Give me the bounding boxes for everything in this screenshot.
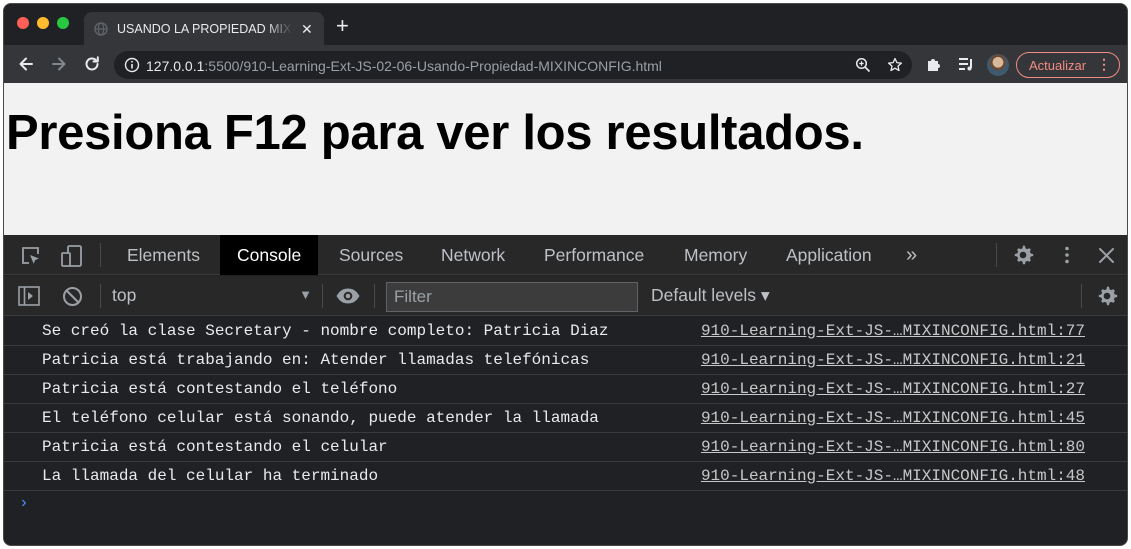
browser-window: USANDO LA PROPIEDAD MIXINCONFIG ✕ + 127.… bbox=[3, 3, 1128, 546]
show-sidebar-icon[interactable] bbox=[18, 286, 40, 306]
url-text: 127.0.0.1:5500/910-Learning-Ext-JS-02-06… bbox=[146, 58, 662, 74]
console-log-row: Patricia está contestando el celular 910… bbox=[4, 433, 1127, 462]
console-log-row: El teléfono celular está sonando, puede … bbox=[4, 404, 1127, 433]
bookmark-star-icon[interactable] bbox=[887, 57, 903, 73]
log-source-link[interactable]: 910-Learning-Ext-JS-…MIXINCONFIG.html:45 bbox=[701, 409, 1085, 427]
log-message: Se creó la clase Secretary - nombre comp… bbox=[42, 322, 609, 340]
log-message: Patricia está contestando el teléfono bbox=[42, 380, 398, 398]
tab-performance[interactable]: Performance bbox=[544, 235, 644, 275]
console-toolbar: top ▼ Default levels ▾ bbox=[4, 276, 1127, 316]
minimize-window-button[interactable] bbox=[37, 17, 49, 29]
log-source-link[interactable]: 910-Learning-Ext-JS-…MIXINCONFIG.html:21 bbox=[701, 351, 1085, 369]
close-devtools-icon[interactable] bbox=[1098, 247, 1115, 264]
console-log-row: La llamada del celular ha terminado 910-… bbox=[4, 462, 1127, 491]
tab-strip: USANDO LA PROPIEDAD MIXINCONFIG ✕ + bbox=[4, 4, 1127, 45]
console-prompt-chevron-icon[interactable]: › bbox=[19, 494, 29, 512]
console-log-row: Patricia está trabajando en: Atender lla… bbox=[4, 346, 1127, 375]
back-arrow-icon[interactable] bbox=[16, 54, 36, 74]
url-path: :5500/910-Learning-Ext-JS-02-06-Usando-P… bbox=[204, 58, 662, 74]
tabbar-divider bbox=[996, 243, 997, 267]
log-message: Patricia está contestando el celular bbox=[42, 438, 388, 456]
close-tab-icon[interactable]: ✕ bbox=[301, 22, 313, 36]
devtools-panel: Elements Console Sources Network Perform… bbox=[4, 235, 1127, 545]
log-source-link[interactable]: 910-Learning-Ext-JS-…MIXINCONFIG.html:80 bbox=[701, 438, 1085, 456]
tab-memory[interactable]: Memory bbox=[684, 235, 747, 275]
device-toolbar-icon[interactable] bbox=[60, 244, 84, 268]
log-source-link[interactable]: 910-Learning-Ext-JS-…MIXINCONFIG.html:77 bbox=[701, 322, 1085, 340]
tab-title: USANDO LA PROPIEDAD MIXINCONFIG bbox=[117, 21, 293, 36]
media-queue-icon[interactable] bbox=[957, 55, 975, 73]
toolbar-divider bbox=[100, 284, 101, 308]
close-window-button[interactable] bbox=[17, 17, 29, 29]
toolbar-divider bbox=[322, 284, 323, 308]
zoom-icon[interactable] bbox=[855, 57, 871, 73]
tabbar-divider bbox=[100, 243, 101, 267]
log-message: La llamada del celular ha terminado bbox=[42, 467, 379, 485]
address-bar[interactable]: 127.0.0.1:5500/910-Learning-Ext-JS-02-06… bbox=[114, 51, 912, 79]
tab-console[interactable]: Console bbox=[220, 235, 319, 275]
forward-arrow-icon[interactable] bbox=[49, 54, 69, 74]
update-button[interactable]: Actualizar ⋮ bbox=[1016, 52, 1120, 78]
default-levels-dropdown[interactable]: Default levels ▾ bbox=[651, 285, 770, 306]
context-selector[interactable]: top ▼ bbox=[112, 285, 312, 307]
dropdown-triangle-icon: ▼ bbox=[299, 287, 312, 302]
tab-application[interactable]: Application bbox=[786, 235, 872, 275]
log-source-link[interactable]: 910-Learning-Ext-JS-…MIXINCONFIG.html:27 bbox=[701, 380, 1085, 398]
inspect-element-icon[interactable] bbox=[20, 245, 42, 267]
log-source-link[interactable]: 910-Learning-Ext-JS-…MIXINCONFIG.html:48 bbox=[701, 467, 1085, 485]
browser-toolbar: 127.0.0.1:5500/910-Learning-Ext-JS-02-06… bbox=[4, 45, 1127, 83]
toolbar-divider bbox=[374, 284, 375, 308]
tab-elements[interactable]: Elements bbox=[127, 235, 200, 275]
clear-console-icon[interactable] bbox=[62, 286, 83, 307]
console-filter-input[interactable] bbox=[386, 282, 638, 312]
console-log-row: Patricia está contestando el teléfono 91… bbox=[4, 375, 1127, 404]
extensions-puzzle-icon[interactable] bbox=[925, 55, 943, 73]
info-icon[interactable] bbox=[124, 57, 140, 73]
reload-icon[interactable] bbox=[82, 54, 102, 74]
log-message: El teléfono celular está sonando, puede … bbox=[42, 409, 599, 427]
console-settings-gear-icon[interactable] bbox=[1096, 285, 1118, 307]
page-heading: Presiona F12 para ver los resultados. bbox=[6, 106, 864, 160]
tab-sources[interactable]: Sources bbox=[339, 235, 403, 275]
toolbar-divider bbox=[1081, 284, 1082, 308]
kebab-menu-icon[interactable] bbox=[1057, 245, 1077, 265]
maximize-window-button[interactable] bbox=[57, 17, 69, 29]
profile-avatar[interactable] bbox=[987, 54, 1009, 76]
url-host: 127.0.0.1 bbox=[146, 58, 205, 74]
console-log-row: Se creó la clase Secretary - nombre comp… bbox=[4, 317, 1127, 346]
browser-tab[interactable]: USANDO LA PROPIEDAD MIXINCONFIG ✕ bbox=[84, 12, 324, 45]
globe-icon bbox=[94, 21, 108, 36]
context-selector-value: top bbox=[112, 285, 137, 305]
more-tabs-chevron-icon[interactable]: » bbox=[906, 235, 917, 275]
console-output: Se creó la clase Secretary - nombre comp… bbox=[4, 317, 1127, 491]
new-tab-button[interactable]: + bbox=[336, 15, 349, 37]
update-button-label: Actualizar bbox=[1029, 57, 1087, 73]
tab-network[interactable]: Network bbox=[441, 235, 505, 275]
log-message: Patricia está trabajando en: Atender lla… bbox=[42, 351, 590, 369]
page-viewport: Presiona F12 para ver los resultados. bbox=[4, 83, 1127, 235]
settings-gear-icon[interactable] bbox=[1012, 244, 1034, 266]
devtools-tabbar: Elements Console Sources Network Perform… bbox=[4, 235, 1127, 275]
more-menu-icon: ⋮ bbox=[1097, 56, 1111, 72]
live-expression-eye-icon[interactable] bbox=[335, 287, 361, 305]
